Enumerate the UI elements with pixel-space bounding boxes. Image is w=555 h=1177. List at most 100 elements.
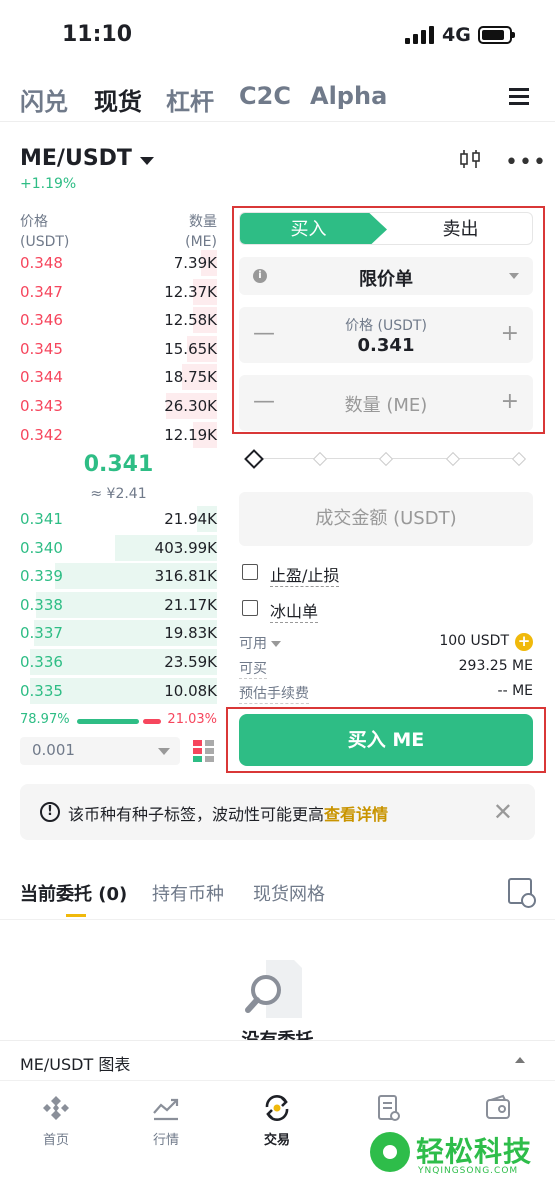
order-type-select[interactable]: i 限价单 bbox=[239, 257, 533, 295]
wallet-icon bbox=[486, 1094, 510, 1119]
bid-row[interactable]: 0.341 21.94K bbox=[20, 506, 217, 532]
tab-holdings[interactable]: 持有币种 bbox=[152, 880, 224, 906]
plus-circle-icon[interactable]: + bbox=[515, 633, 533, 651]
bid-row[interactable]: 0.336 23.59K bbox=[20, 649, 217, 675]
watermark-text: 轻松科技 bbox=[416, 1135, 533, 1168]
bid-row[interactable]: 0.340 403.99K bbox=[20, 534, 217, 561]
amount-stepper[interactable]: — 数量 (ME) + bbox=[239, 375, 533, 431]
tab-alpha[interactable]: Alpha bbox=[310, 82, 387, 110]
chevron-down-icon bbox=[509, 273, 519, 279]
orderbook-layout-icon[interactable] bbox=[193, 740, 215, 762]
bid-amount: 10.08K bbox=[164, 681, 217, 700]
orderbook-amount-header: 数量 (ME) bbox=[150, 212, 217, 252]
notice-link[interactable]: 查看详情 bbox=[324, 805, 388, 824]
ask-row[interactable]: 0.343 26.30K bbox=[20, 393, 217, 419]
ask-row[interactable]: 0.344 18.75K bbox=[20, 364, 217, 391]
price-stepper[interactable]: — 价格 (USDT) 0.341 + bbox=[239, 307, 533, 363]
ask-price: 0.345 bbox=[20, 339, 63, 358]
amount-header-label: 数量 bbox=[189, 214, 217, 230]
can-buy-label: 可买 bbox=[239, 658, 267, 679]
ask-amount: 12.19K bbox=[164, 425, 217, 444]
bid-price: 0.335 bbox=[20, 681, 63, 700]
pair-name: ME/USDT bbox=[20, 146, 132, 171]
nav-wallet[interactable] bbox=[458, 1093, 538, 1129]
chart-toggle-bar[interactable]: ME/USDT 图表 bbox=[0, 1040, 555, 1080]
bid-amount: 21.17K bbox=[164, 595, 217, 614]
nav-home[interactable]: 首页 bbox=[16, 1093, 96, 1148]
status-time: 11:10 bbox=[62, 22, 133, 47]
ask-amount: 7.39K bbox=[173, 254, 217, 272]
pair-selector[interactable]: ME/USDT bbox=[20, 146, 154, 171]
slider-mark-50[interactable] bbox=[378, 451, 394, 467]
ask-row[interactable]: 0.345 15.65K bbox=[20, 335, 217, 362]
checkbox-icon[interactable] bbox=[242, 600, 258, 616]
tab-sell[interactable]: 卖出 bbox=[387, 213, 532, 244]
order-history-icon[interactable] bbox=[508, 878, 536, 908]
ask-amount: 15.65K bbox=[164, 339, 217, 358]
bid-price: 0.336 bbox=[20, 653, 63, 671]
slider-mark-100[interactable] bbox=[511, 451, 527, 467]
slider-mark-75[interactable] bbox=[445, 451, 461, 467]
nav-trade[interactable]: 交易 bbox=[237, 1093, 317, 1148]
tab-c2c[interactable]: C2C bbox=[239, 82, 291, 110]
tab-spot[interactable]: 现货 bbox=[94, 82, 142, 117]
buy-button[interactable]: 买入 ME bbox=[239, 714, 533, 766]
depth-precision-value: 0.001 bbox=[32, 741, 75, 759]
ask-row[interactable]: 0.348 7.39K bbox=[20, 250, 217, 276]
total-input[interactable]: 成交金额 (USDT) bbox=[239, 492, 533, 546]
signal-icon bbox=[405, 26, 435, 44]
last-price[interactable]: 0.341 bbox=[20, 452, 217, 477]
bid-row[interactable]: 0.335 10.08K bbox=[20, 677, 217, 704]
ask-price: 0.343 bbox=[20, 397, 63, 415]
more-icon[interactable]: ••• bbox=[505, 150, 547, 175]
nav-futures[interactable] bbox=[348, 1093, 428, 1129]
bid-amount: 19.83K bbox=[164, 624, 217, 643]
close-icon[interactable]: ✕ bbox=[493, 798, 513, 826]
bid-amount: 403.99K bbox=[154, 538, 217, 557]
candlestick-chart-icon[interactable] bbox=[458, 148, 482, 170]
depth-precision-select[interactable]: 0.001 bbox=[20, 737, 180, 765]
bid-row[interactable]: 0.337 19.83K bbox=[20, 620, 217, 647]
bid-price: 0.339 bbox=[20, 567, 63, 586]
tab-buy[interactable]: 买入 bbox=[240, 213, 387, 244]
fee-value: -- ME bbox=[497, 683, 533, 699]
bid-price: 0.337 bbox=[20, 624, 63, 643]
trend-chart-icon bbox=[153, 1098, 179, 1121]
trade-mode-tabs: 闪兑 现货 杠杆 C2C Alpha bbox=[0, 78, 555, 122]
tab-margin[interactable]: 杠杆 bbox=[166, 82, 214, 117]
buy-ratio-bar bbox=[77, 719, 139, 724]
ask-row[interactable]: 0.347 12.37K bbox=[20, 278, 217, 305]
slider-mark-25[interactable] bbox=[312, 451, 328, 467]
plus-icon[interactable]: + bbox=[501, 389, 519, 414]
ask-price: 0.344 bbox=[20, 368, 63, 387]
amount-slider[interactable] bbox=[244, 449, 527, 469]
tab-convert[interactable]: 闪兑 bbox=[20, 82, 68, 117]
bid-row[interactable]: 0.338 21.17K bbox=[20, 591, 217, 618]
available-label[interactable]: 可用 bbox=[239, 633, 281, 653]
pair-change: +1.19% bbox=[20, 176, 77, 192]
document-icon bbox=[378, 1095, 400, 1121]
menu-icon[interactable] bbox=[509, 88, 529, 106]
bid-row[interactable]: 0.339 316.81K bbox=[20, 563, 217, 590]
risk-notice: ! 该币种有种子标签，波动性可能更高查看详情 ✕ bbox=[20, 784, 535, 840]
ask-row[interactable]: 0.342 12.19K bbox=[20, 421, 217, 448]
amount-input[interactable]: 数量 (ME) bbox=[239, 391, 533, 417]
fee-label: 预估手续费 bbox=[239, 683, 309, 704]
chevron-down-icon bbox=[158, 748, 170, 755]
chevron-up-icon bbox=[515, 1057, 525, 1063]
nav-markets[interactable]: 行情 bbox=[126, 1093, 206, 1148]
price-value[interactable]: 0.341 bbox=[239, 335, 533, 356]
slider-handle[interactable] bbox=[244, 449, 264, 469]
available-value: 100 USDT bbox=[439, 633, 509, 649]
ask-row[interactable]: 0.346 12.58K bbox=[20, 307, 217, 334]
order-type-label: 限价单 bbox=[359, 269, 413, 290]
tab-spot-grid[interactable]: 现货网格 bbox=[253, 880, 325, 906]
tab-open-orders[interactable]: 当前委托 (0) bbox=[20, 880, 127, 906]
nav-markets-label: 行情 bbox=[152, 1133, 179, 1148]
plus-icon[interactable]: + bbox=[501, 321, 519, 346]
buy-sell-ratio: 78.97% 21.03% bbox=[20, 712, 217, 732]
bid-price: 0.340 bbox=[20, 538, 63, 557]
ask-price: 0.346 bbox=[20, 311, 63, 330]
empty-search-icon bbox=[245, 960, 302, 1018]
checkbox-icon[interactable] bbox=[242, 564, 258, 580]
